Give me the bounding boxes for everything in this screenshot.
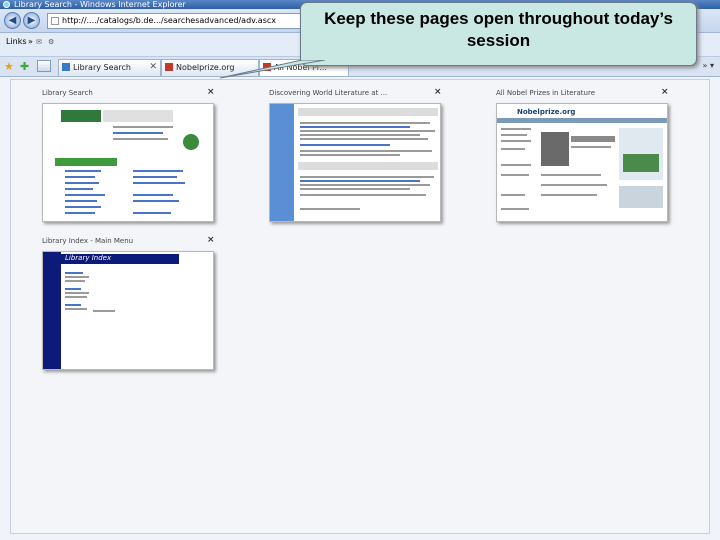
favorites-star-icon[interactable]: ★ [4, 60, 14, 73]
tab-label: Library Search [73, 63, 131, 72]
link-icon[interactable]: ⚙ [48, 38, 54, 46]
instruction-callout: Keep these pages open throughout today’s… [300, 2, 697, 66]
thumbnail-discovering-world-literature[interactable]: Discovering World Literature at ... × [269, 87, 449, 229]
links-label[interactable]: Links [6, 37, 27, 46]
links-chevron[interactable]: » [28, 37, 33, 46]
page-icon [62, 63, 70, 71]
page-icon [51, 17, 59, 25]
browser-window: Library Search - Windows Internet Explor… [0, 0, 720, 540]
close-thumbnail-icon[interactable]: × [661, 87, 669, 97]
link-icon[interactable]: ✉ [36, 38, 42, 46]
add-favorites-icon[interactable]: ✚ [20, 60, 29, 73]
thumbnail-all-nobel-prizes[interactable]: All Nobel Prizes in Literature × Nobelpr… [496, 87, 676, 229]
thumbnail-title: All Nobel Prizes in Literature [496, 89, 595, 97]
nobelprize-logo-text: Nobelprize.org [517, 108, 576, 116]
thumbnail-library-search[interactable]: Library Search × [42, 87, 222, 229]
tab-close-icon[interactable]: ✕ [149, 60, 157, 75]
library-index-banner: Library Index [65, 254, 112, 262]
address-text: http://..../catalogs/b.de.../searchesadv… [62, 16, 277, 25]
forward-button[interactable]: ▶ [23, 12, 40, 29]
tab-library-search[interactable]: Library Search ✕ [58, 59, 161, 76]
callout-pointer [220, 60, 326, 79]
page-preview: Library Index [42, 251, 214, 370]
page-preview: Nobelprize.org [496, 103, 668, 222]
page-preview [42, 103, 214, 222]
close-thumbnail-icon[interactable]: × [434, 87, 442, 97]
back-button[interactable]: ◀ [4, 12, 21, 29]
quick-tabs-icon[interactable] [37, 60, 51, 72]
page-icon [165, 63, 173, 71]
thumbnail-library-index[interactable]: Library Index - Main Menu × Library Inde… [42, 235, 222, 377]
close-thumbnail-icon[interactable]: × [207, 235, 215, 245]
page-preview [269, 103, 441, 222]
thumbnail-title: Library Index - Main Menu [42, 237, 134, 245]
quick-tabs-view: Library Search × Discovering World Liter… [10, 79, 710, 534]
ie-logo-icon [3, 1, 10, 8]
callout-text: Keep these pages open throughout today’s… [324, 9, 673, 50]
address-input[interactable]: http://..../catalogs/b.de.../searchesadv… [47, 13, 307, 29]
window-title: Library Search - Windows Internet Explor… [14, 0, 186, 9]
tab-overflow-icon[interactable]: » ▾ [703, 61, 714, 70]
close-thumbnail-icon[interactable]: × [207, 87, 215, 97]
thumbnail-title: Library Search [42, 89, 93, 97]
thumbnail-title: Discovering World Literature at ... [269, 89, 388, 97]
